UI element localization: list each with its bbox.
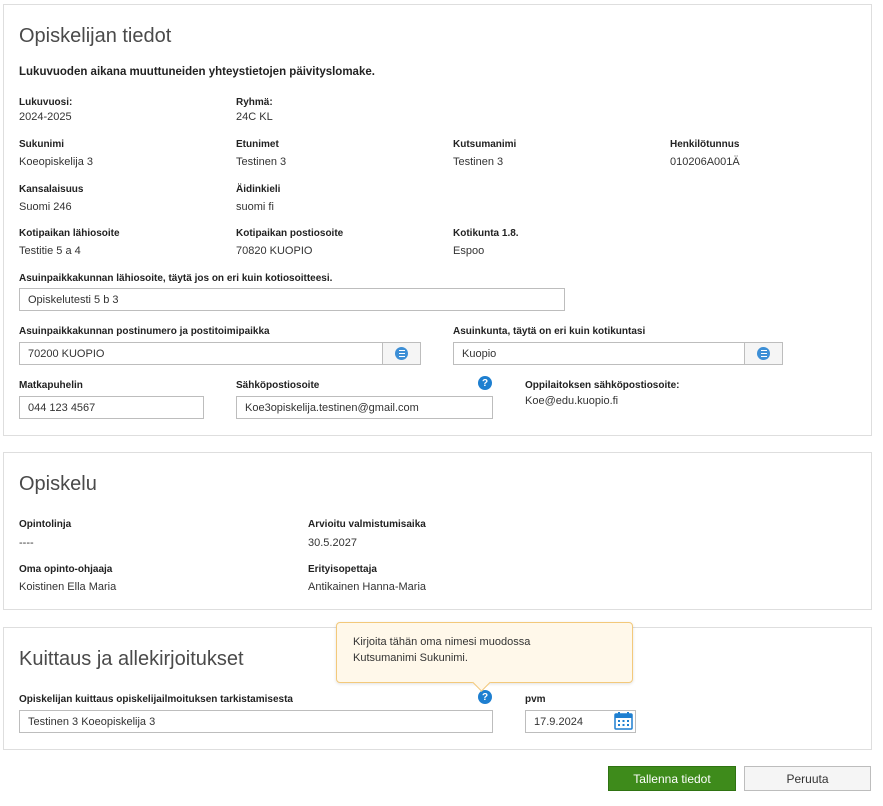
study-title: Opiskelu — [19, 473, 97, 495]
kansalaisuus-label: Kansalaisuus — [19, 184, 84, 195]
kotikunta-label: Kotikunta 1.8. — [453, 228, 519, 239]
kutsumanimi-label: Kutsumanimi — [453, 139, 517, 150]
asuinkunta-input[interactable] — [453, 342, 745, 365]
asuinpaikka-lahiosoite-input[interactable] — [19, 288, 565, 311]
sahkoposti-input[interactable] — [236, 396, 493, 419]
kotipaikan-lahiosoite-label: Kotipaikan lähiosoite — [19, 228, 120, 239]
kotikunta-value: Espoo — [453, 245, 485, 257]
sukunimi-label: Sukunimi — [19, 139, 65, 150]
aidinkieli-label: Äidinkieli — [236, 184, 281, 195]
henkilotunnus-label: Henkilötunnus — [670, 139, 740, 150]
ryhma-label: Ryhmä: — [236, 97, 273, 108]
kotipaikan-postiosoite-label: Kotipaikan postiosoite — [236, 228, 344, 239]
aidinkieli-value: suomi fi — [236, 201, 274, 213]
kotipaikan-lahiosoite-value: Testitie 5 a 4 — [19, 245, 81, 257]
calendar-icon[interactable] — [613, 711, 634, 731]
asuinpaikka-postinumero-label: Asuinpaikkakunnan postinumero ja postito… — [19, 326, 270, 337]
kansalaisuus-value: Suomi 246 — [19, 201, 72, 213]
etunimet-value: Testinen 3 — [236, 156, 287, 168]
henkilotunnus-value: 010206A001Ä — [670, 156, 740, 168]
tooltip-line-1: Kirjoita tähän oma nimesi muodossa — [353, 636, 531, 648]
student-info-card: Opiskelijan tiedot Lukuvuoden aikana muu… — [3, 4, 872, 436]
signatures-title: Kuittaus ja allekirjoitukset — [19, 648, 244, 670]
pvm-label: pvm — [525, 694, 546, 705]
kotipaikan-postiosoite-value: 70820 KUOPIO — [236, 245, 313, 257]
asuinpaikka-lahiosoite-label: Asuinpaikkakunnan lähiosoite, täytä jos … — [19, 273, 333, 284]
etunimet-label: Etunimet — [236, 139, 279, 150]
tooltip-line-2: Kutsumanimi Sukunimi. — [353, 652, 468, 664]
oppilaitos-sahkoposti-value: Koe@edu.kuopio.fi — [525, 395, 619, 407]
kuittaus-input[interactable] — [19, 710, 493, 733]
postinumero-picker-button[interactable] — [382, 342, 421, 365]
matkapuhelin-label: Matkapuhelin — [19, 380, 83, 391]
asuinkunta-picker-button[interactable] — [744, 342, 783, 365]
study-card: Opiskelu Opintolinja ---- Arvioitu valmi… — [3, 452, 872, 610]
opintolinja-value: ---- — [19, 537, 34, 549]
erityisopettaja-label: Erityisopettaja — [308, 564, 377, 575]
form-intro: Lukuvuoden aikana muuttuneiden yhteystie… — [19, 66, 375, 78]
email-help-icon[interactable]: ? — [478, 376, 492, 390]
erityisopettaja-value: Antikainen Hanna-Maria — [308, 581, 427, 593]
opintolinja-label: Opintolinja — [19, 519, 72, 530]
cancel-button[interactable]: Peruuta — [744, 766, 871, 791]
kutsumanimi-value: Testinen 3 — [453, 156, 504, 168]
kuittaus-help-icon[interactable]: ? — [478, 690, 492, 704]
save-button[interactable]: Tallenna tiedot — [608, 766, 736, 791]
ohjaaja-value: Koistinen Ella Maria — [19, 581, 117, 593]
valmistumisaika-value: 30.5.2027 — [308, 537, 357, 549]
kuittaus-tooltip: Kirjoita tähän oma nimesi muodossa Kutsu… — [336, 622, 633, 683]
oppilaitos-sahkoposti-label: Oppilaitoksen sähköpostiosoite: — [525, 380, 680, 391]
valmistumisaika-label: Arvioitu valmistumisaika — [308, 519, 426, 530]
ryhma-value: 24C KL — [236, 111, 273, 123]
sahkoposti-label: Sähköpostiosoite — [236, 380, 320, 391]
ohjaaja-label: Oma opinto-ohjaaja — [19, 564, 113, 575]
list-icon — [395, 347, 408, 360]
student-info-title: Opiskelijan tiedot — [19, 25, 172, 47]
asuinpaikka-postinumero-input[interactable] — [19, 342, 383, 365]
matkapuhelin-input[interactable] — [19, 396, 204, 419]
sukunimi-value: Koeopiskelija 3 — [19, 156, 93, 168]
list-icon — [757, 347, 770, 360]
lukuvuosi-label: Lukuvuosi: — [19, 97, 73, 108]
asuinkunta-label: Asuinkunta, täytä on eri kuin kotikuntas… — [453, 326, 646, 337]
lukuvuosi-value: 2024-2025 — [19, 111, 72, 123]
kuittaus-label: Opiskelijan kuittaus opiskelijailmoituks… — [19, 694, 293, 705]
